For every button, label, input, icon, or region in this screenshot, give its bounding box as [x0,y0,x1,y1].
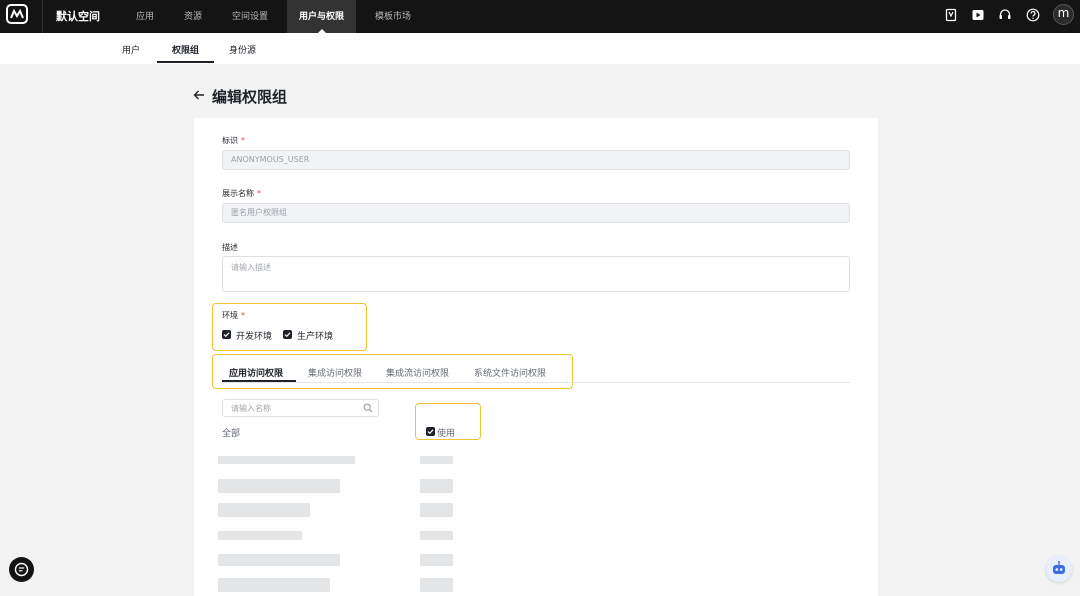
chat-icon [14,562,29,577]
subtab-active-indicator [157,61,214,63]
blurred-row-name [218,531,302,540]
blurred-row-toggle [420,503,453,517]
brand-logo-icon[interactable] [6,4,28,24]
topbar-divider [42,0,43,33]
description-textarea[interactable]: 请输入描述 [222,256,850,292]
dev-env-label[interactable]: 开发环境 [236,329,272,342]
help-icon[interactable] [1026,8,1040,22]
tab-system-file-access[interactable]: 系统文件访问权限 [474,366,546,379]
use-all-checkbox[interactable] [426,427,435,436]
display-name-field[interactable]: 匿名用户权限组 [222,203,850,223]
tabs-divider [222,382,850,383]
subtab-users[interactable]: 用户 [122,43,140,56]
description-label: 描述 [222,243,238,252]
tab-integration-access[interactable]: 集成访问权限 [308,366,362,379]
blurred-row-toggle [420,479,453,493]
user-avatar[interactable]: m [1053,4,1074,25]
name-search-input[interactable]: 请输入名称 [222,399,379,417]
customer-service-icon[interactable] [998,8,1012,22]
blurred-row-name [218,554,340,566]
blurred-row-name [218,578,330,592]
blurred-row-name [218,456,355,464]
subtab-permission-groups[interactable]: 权限组 [172,43,199,56]
workspace-name[interactable]: 默认空间 [56,8,100,24]
blurred-row-toggle [420,578,453,592]
nav-apps[interactable]: 应用 [136,9,154,22]
feedback-button[interactable] [9,557,34,582]
environment-label: 环境 * [222,311,245,320]
filter-all[interactable]: 全部 [222,426,240,439]
video-icon[interactable] [971,8,985,22]
subtab-identity-sources[interactable]: 身份源 [229,43,256,56]
dev-env-checkbox[interactable] [222,330,231,339]
nav-template-market[interactable]: 模板市场 [375,9,411,22]
nav-resources[interactable]: 资源 [184,9,202,22]
sub-nav-bar [0,33,1080,64]
blurred-row-name [218,479,340,493]
top-nav-bar: 默认空间 应用 资源 空间设置 用户与权限 模板市场 m [0,0,1080,33]
back-arrow-icon[interactable] [192,88,206,102]
document-icon[interactable] [944,8,958,22]
prod-env-label[interactable]: 生产环境 [297,329,333,342]
use-column-label[interactable]: 使用 [437,426,455,439]
assistant-bot-button[interactable] [1046,556,1072,582]
blurred-row-toggle [420,554,453,566]
page-title: 编辑权限组 [212,88,288,106]
display-name-label: 展示名称 * [222,189,261,198]
robot-icon [1053,561,1065,574]
identifier-field[interactable]: ANONYMOUS_USER [222,150,850,170]
blurred-row-name [218,503,310,517]
identifier-label: 标识 * [222,136,245,145]
nav-users-permissions[interactable]: 用户与权限 [287,0,357,33]
search-icon [363,403,373,413]
nav-space-settings[interactable]: 空间设置 [232,9,268,22]
blurred-row-toggle [420,531,453,540]
tab-app-access[interactable]: 应用访问权限 [229,366,283,379]
prod-env-checkbox[interactable] [283,330,292,339]
tab-integration-flow-access[interactable]: 集成流访问权限 [386,366,449,379]
search-placeholder: 请输入名称 [231,404,271,413]
blurred-row-toggle [420,456,453,464]
